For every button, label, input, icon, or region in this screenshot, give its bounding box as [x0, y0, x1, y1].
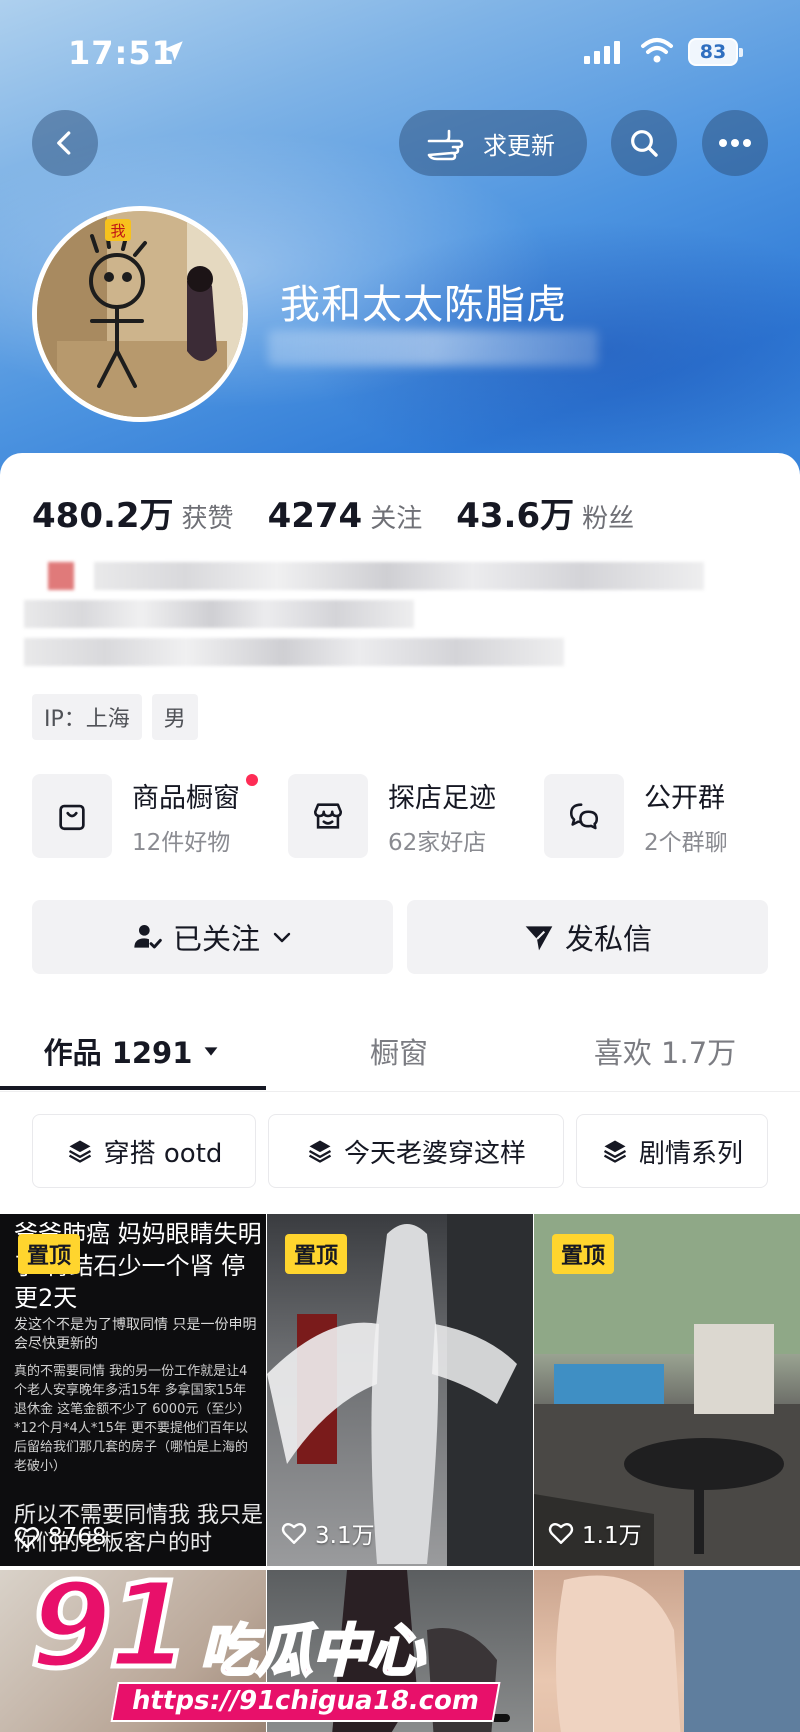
- tab-likes[interactable]: 喜欢 1.7万: [532, 1020, 798, 1082]
- watermark-url: https://91chigua18.com: [110, 1682, 501, 1722]
- cellular-signal-icon: [584, 40, 620, 64]
- video-thumbnail[interactable]: 爷爷肺癌 妈妈眼睛失明了 肾结石少一个肾 停更2天 发这个不是为了博取同情 只是…: [0, 1214, 266, 1566]
- content-tabs: 作品 1291 橱窗 喜欢 1.7万: [0, 1020, 800, 1092]
- stat-followers[interactable]: 43.6万 粉丝: [456, 488, 634, 537]
- like-count-value: 8768: [48, 1524, 107, 1550]
- avatar[interactable]: 我: [32, 206, 248, 422]
- stat-following-value: 4274: [267, 496, 363, 536]
- pinned-badge: 置顶: [552, 1234, 615, 1274]
- caret-down-icon: [204, 1047, 218, 1056]
- followed-button[interactable]: 已关注: [32, 900, 393, 974]
- layers-icon: [68, 1140, 91, 1163]
- svg-text:我: 我: [110, 222, 125, 240]
- service-showcase-subtitle: 12件好物: [132, 829, 231, 856]
- collection-label: 今天老婆穿这样: [343, 1138, 526, 1169]
- request-update-button[interactable]: 求更新: [399, 110, 587, 176]
- chat-icon: [544, 774, 624, 858]
- active-tab-indicator: [0, 1086, 266, 1090]
- collection-chip[interactable]: 今天老婆穿这样: [268, 1114, 564, 1188]
- search-button[interactable]: [611, 110, 677, 176]
- profile-stats: 480.2万 获赞 4274 关注 43.6万 粉丝: [32, 488, 668, 537]
- bio-blurred: [24, 556, 704, 686]
- send-message-label: 发私信: [564, 922, 652, 956]
- ip-location-tag: IP：上海: [32, 694, 142, 740]
- pinned-badge: 置顶: [285, 1234, 348, 1274]
- heart-icon: [281, 1523, 307, 1544]
- location-arrow-icon: [163, 41, 183, 61]
- video-thumbnail[interactable]: 置顶 3.1万: [267, 1214, 533, 1566]
- back-button[interactable]: [32, 110, 98, 176]
- video-like-count: 1.1万: [548, 1516, 642, 1550]
- notification-dot: [246, 773, 258, 786]
- video-cover-image: [556, 1570, 800, 1732]
- chevron-left-icon: [57, 131, 71, 155]
- collection-chip[interactable]: 剧情系列: [576, 1114, 768, 1188]
- video-thumbnail[interactable]: [534, 1570, 800, 1732]
- service-public-group-subtitle: 2个群聊: [644, 829, 728, 856]
- service-store-visits-title: 探店足迹: [388, 782, 496, 814]
- stat-following-label: 关注: [370, 504, 423, 534]
- profile-nickname: 我和太太陈脂虎: [280, 282, 567, 328]
- stat-followers-value: 43.6万: [456, 496, 575, 536]
- battery-level: 83: [699, 41, 727, 63]
- shop-icon: [288, 774, 368, 858]
- gender-tag: 男: [151, 694, 198, 740]
- service-showcase-title: 商品橱窗: [132, 782, 240, 814]
- service-entries: 商品橱窗 12件好物 探店足迹 62家好店 公开群 2个群聊: [32, 773, 800, 858]
- service-store-visits-subtitle: 62家好店: [388, 829, 487, 856]
- bag-icon: [32, 774, 112, 858]
- watermark-number: 91: [27, 1556, 192, 1694]
- video-thumbnail[interactable]: 置顶 1.1万: [534, 1214, 800, 1566]
- avatar-image: 我: [37, 211, 243, 417]
- stat-likes[interactable]: 480.2万 获赞: [32, 488, 234, 537]
- video-overlay-text: 真的不需要同情 我的另一份工作就是让4个老人安享晚年多活15年 多拿国家15年退…: [14, 1364, 251, 1474]
- watermark-name: 吃瓜中心: [199, 1618, 426, 1686]
- profile-actions: 已关注 发私信: [32, 900, 768, 974]
- collection-label: 穿搭 ootd: [103, 1138, 223, 1169]
- tab-showcase-label: 橱窗: [369, 1036, 428, 1070]
- user-check-icon: [134, 925, 162, 949]
- tab-showcase[interactable]: 橱窗: [266, 1020, 532, 1082]
- video-like-count: 8768: [14, 1524, 107, 1550]
- service-public-group[interactable]: 公开群 2个群聊: [544, 774, 800, 858]
- collection-chips: 穿搭 ootd 今天老婆穿这样 剧情系列: [32, 1114, 768, 1188]
- request-update-label: 求更新: [483, 131, 555, 160]
- pinned-badge: 置顶: [18, 1234, 81, 1274]
- heart-icon: [14, 1527, 40, 1548]
- service-public-group-title: 公开群: [644, 782, 725, 814]
- account-id-blurred: [268, 330, 598, 366]
- profile-tags: IP：上海 男: [32, 694, 198, 740]
- tab-works-label: 作品 1291: [43, 1036, 193, 1070]
- status-time: 17:51: [68, 34, 175, 72]
- stat-following[interactable]: 4274 关注: [268, 496, 423, 536]
- status-bar: 17:51 83: [0, 0, 800, 104]
- collection-chip[interactable]: 穿搭 ootd: [32, 1114, 256, 1188]
- pointing-hand-icon: [427, 129, 464, 161]
- layers-icon: [603, 1140, 627, 1163]
- wifi-icon: [641, 38, 673, 63]
- heart-icon: [548, 1523, 574, 1544]
- stat-likes-value: 480.2万: [32, 496, 174, 536]
- like-count-value: 3.1万: [315, 1523, 375, 1549]
- followed-label: 已关注: [172, 922, 260, 956]
- send-icon: [525, 926, 553, 951]
- send-message-button[interactable]: 发私信: [407, 900, 768, 974]
- tab-works[interactable]: 作品 1291: [0, 1020, 266, 1082]
- service-store-visits[interactable]: 探店足迹 62家好店: [288, 774, 544, 858]
- more-dots-icon: [719, 139, 751, 147]
- stat-likes-label: 获赞: [181, 504, 234, 534]
- video-overlay-text: 发这个不是为了博取同情 只是一份申明 会尽快更新的: [14, 1317, 257, 1352]
- like-count-value: 1.1万: [582, 1523, 642, 1549]
- layers-icon: [308, 1140, 332, 1163]
- video-like-count: 3.1万: [281, 1516, 375, 1550]
- stat-followers-label: 粉丝: [582, 504, 635, 534]
- more-button[interactable]: [702, 110, 768, 176]
- service-showcase[interactable]: 商品橱窗 12件好物: [32, 773, 288, 858]
- collection-label: 剧情系列: [638, 1138, 743, 1169]
- battery-indicator: 83: [688, 38, 743, 66]
- search-icon: [631, 130, 658, 157]
- chevron-down-icon: [273, 932, 291, 943]
- tab-likes-label: 喜欢 1.7万: [593, 1036, 737, 1070]
